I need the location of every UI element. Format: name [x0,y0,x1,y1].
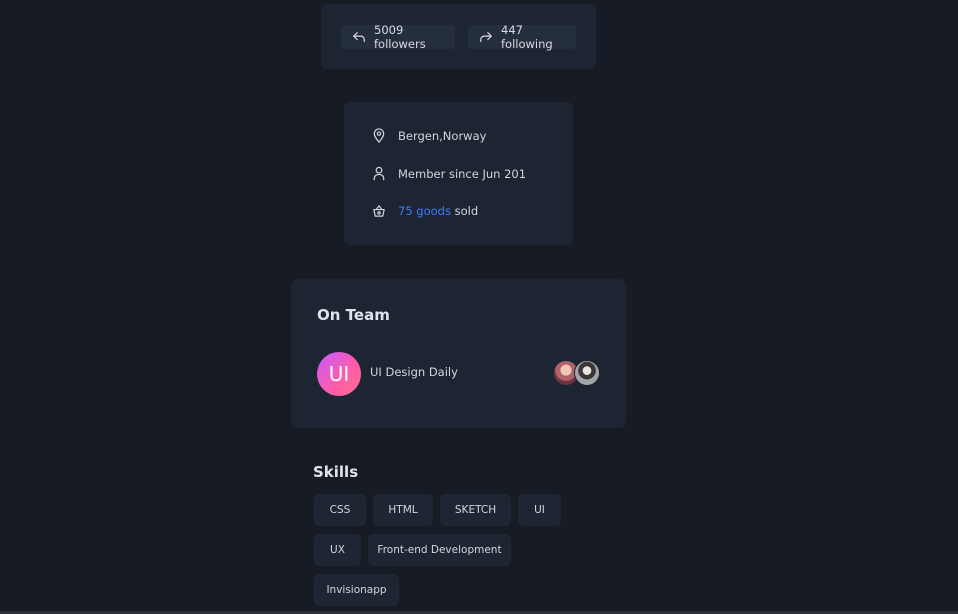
team-member-avatar[interactable] [574,360,600,386]
skill-tag-sketch[interactable]: SKETCH [440,494,511,526]
skill-tag-ui[interactable]: UI [518,494,561,526]
followers-label: 5009 followers [374,23,426,51]
reply-arrow-icon [353,32,365,42]
follow-stats-card: 5009 followers 447 following [321,4,596,69]
team-section-title: On Team [317,306,390,324]
skill-tag-invisionapp[interactable]: Invisionapp [314,574,399,606]
skill-tag-ux[interactable]: UX [314,534,361,566]
basket-icon [373,205,385,217]
goods-sold-text: 75 goods sold [398,204,478,218]
member-since-text: Member since Jun 201 [398,166,527,181]
followers-button[interactable]: 5009 followers [341,23,455,51]
goods-count-link[interactable]: 75 goods [398,204,451,218]
skill-tag-css[interactable]: CSS [314,494,366,526]
team-avatar[interactable]: UI [317,352,361,396]
profile-info-card: Bergen,Norway Member since Jun 201 75 go… [344,102,573,245]
user-icon [373,166,385,181]
member-since-row: Member since Jun 201 [372,166,526,181]
team-card: On Team UI UI Design Daily [291,279,626,428]
share-arrow-icon [480,32,492,42]
following-label: 447 following [501,23,553,51]
location-row: Bergen,Norway [372,128,486,143]
following-button[interactable]: 447 following [468,23,576,51]
team-avatar-initials: UI [328,362,350,386]
goods-sold-suffix: sold [454,203,479,218]
team-name[interactable]: UI Design Daily [370,365,458,379]
skill-tag-frontend[interactable]: Front-end Development [368,534,511,566]
profile-page: { "follow": { "followers_label": "5009 f… [0,0,958,614]
skill-tag-html[interactable]: HTML [373,494,433,526]
goods-sold-row: 75 goods sold [372,203,478,218]
map-pin-icon [373,128,385,143]
location-text: Bergen,Norway [398,128,487,143]
skills-section-title: Skills [313,463,359,481]
